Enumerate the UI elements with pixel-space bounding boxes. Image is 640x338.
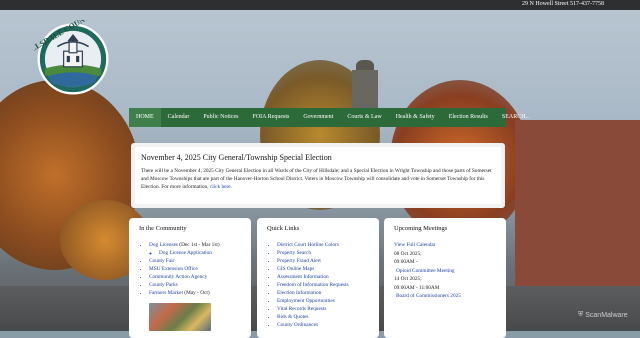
- list-item[interactable]: GIS Online Maps: [277, 265, 369, 273]
- nav-calendar[interactable]: Calendar: [161, 108, 197, 127]
- view-calendar-link[interactable]: View Full Calendar: [394, 241, 496, 250]
- nav-home[interactable]: HOME: [129, 108, 161, 127]
- nav-foia-requests[interactable]: FOIA Requests: [246, 108, 297, 127]
- notice-text: There will be a November 4, 2025 City Ge…: [141, 168, 492, 190]
- meeting-link[interactable]: Opioid Committee Meeting: [394, 267, 496, 276]
- election-notice: November 4, 2025 City General/Township S…: [131, 143, 505, 208]
- list-item[interactable]: Election Information: [277, 289, 369, 297]
- watermark-text: ScanMalware: [585, 311, 628, 319]
- list-item[interactable]: District Court Hotline Colors: [277, 241, 369, 249]
- quick-links-panel: Quick Links District Court Hotline Color…: [257, 218, 379, 338]
- county-logo[interactable]: HILLSDALE COUNTY: [21, 9, 112, 98]
- community-panel: In the Community Dog Licenses (Dec 1st -…: [129, 218, 251, 338]
- list-item[interactable]: Property Fraud Alert: [277, 257, 369, 265]
- notice-body: There will be a November 4, 2025 City Ge…: [141, 167, 495, 191]
- list-item[interactable]: Assessment Information: [277, 273, 369, 281]
- top-bar: 29 N Howell Street 517-437-7758: [0, 0, 640, 10]
- list-item[interactable]: Vital Records Requests: [277, 305, 369, 313]
- list-item[interactable]: Community Action Agency: [149, 273, 241, 281]
- list-item[interactable]: County Fair: [149, 257, 241, 265]
- shield-icon: ⛨: [578, 311, 584, 318]
- nav-courts-law[interactable]: Courts & Law: [340, 108, 388, 127]
- list-item[interactable]: MSU Extension Office: [149, 265, 241, 273]
- meeting-date: 14 Oct 2025;: [394, 276, 422, 282]
- meeting-date: 08 Oct 2025;: [394, 250, 422, 257]
- community-title: In the Community: [139, 225, 187, 232]
- list-item[interactable]: Property Search: [277, 249, 369, 257]
- list-item[interactable]: County Parks: [149, 281, 241, 289]
- meeting-link[interactable]: Board of Commissioners 2025: [394, 292, 496, 301]
- main-navigation: HOME Calendar Public Notices FOIA Reques…: [129, 108, 530, 127]
- nav-public-notices[interactable]: Public Notices: [196, 108, 245, 127]
- list-item[interactable]: Bids & Quotes: [277, 313, 369, 321]
- list-item[interactable]: Employment Opportunities: [277, 297, 369, 305]
- farmers-market-photo: [149, 303, 211, 331]
- dog-license-application-link[interactable]: Dog License Application: [159, 249, 241, 257]
- notice-title: November 4, 2025 City General/Township S…: [141, 153, 332, 162]
- meeting-time: 09:00AM - 11:00AM: [394, 284, 440, 291]
- list-item[interactable]: County Ordinances: [277, 321, 369, 329]
- meetings-panel: Upcoming Meetings View Full Calendar 08 …: [384, 218, 506, 338]
- list-item[interactable]: Farmers Market (May - Oct): [149, 289, 241, 297]
- watermark: ⛨ ScanMalware: [578, 311, 628, 319]
- nav-government[interactable]: Government: [296, 108, 340, 127]
- quick-links-title: Quick Links: [267, 225, 300, 232]
- nav-election-results[interactable]: Election Results: [442, 108, 495, 127]
- nav-health-safety[interactable]: Health & Safety: [389, 108, 442, 127]
- notice-more-link[interactable]: click here.: [210, 184, 232, 190]
- nav-search[interactable]: SEARCH...: [495, 108, 537, 127]
- list-item[interactable]: Freedom of Information Requests: [277, 281, 369, 289]
- meetings-title: Upcoming Meetings: [394, 225, 448, 232]
- list-item[interactable]: Dog Licenses (Dec 1st - Mar 1st) Dog Lic…: [149, 241, 241, 257]
- meeting-time: 09:00AM -: [394, 259, 418, 265]
- contact-address: 29 N Howell Street 517-437-7758: [522, 1, 604, 7]
